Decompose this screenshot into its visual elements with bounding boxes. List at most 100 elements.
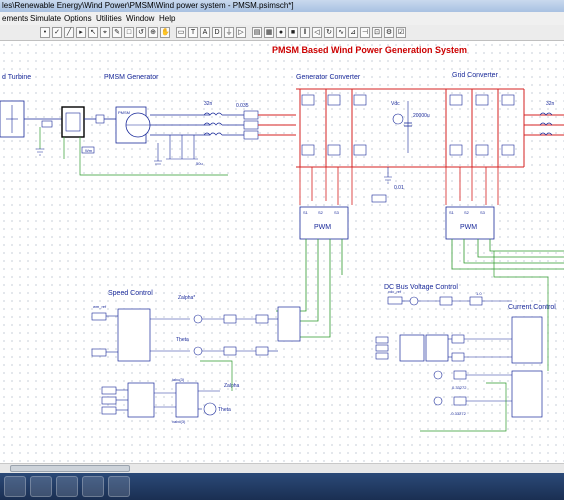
- current-control-block-2[interactable]: [511, 370, 543, 418]
- scrollbar-thumb[interactable]: [10, 465, 130, 472]
- square-icon[interactable]: □: [124, 27, 134, 38]
- pause-icon[interactable]: ‖: [300, 27, 310, 38]
- gnd-node-tag[interactable]: [371, 194, 387, 203]
- label-gain: 1.0: [476, 291, 482, 296]
- label-r2: 0.035: [236, 103, 249, 109]
- abc-dq-grid[interactable]: [399, 334, 425, 362]
- current-sensor-c[interactable]: [243, 130, 259, 140]
- loop-icon[interactable]: ↻: [324, 27, 334, 38]
- wref-node[interactable]: [91, 312, 107, 321]
- pwm-block-grid[interactable]: S1 S2 S3 PWM: [445, 206, 495, 240]
- text-icon[interactable]: T: [188, 27, 198, 38]
- run-icon[interactable]: ▸: [76, 27, 86, 38]
- k-2[interactable]: [255, 346, 269, 356]
- generator-converter-bridge[interactable]: [296, 88, 370, 168]
- input-a[interactable]: [101, 386, 117, 395]
- menu-options[interactable]: Options: [64, 12, 92, 25]
- undo-icon[interactable]: ↺: [136, 27, 146, 38]
- start-icon[interactable]: [4, 476, 26, 497]
- psim-icon[interactable]: [82, 476, 104, 497]
- label-pmsm-generator: PMSM Generator: [104, 74, 159, 81]
- check-icon[interactable]: ✓: [52, 27, 62, 38]
- zoom-icon[interactable]: ⊕: [148, 27, 158, 38]
- dq-grid-2[interactable]: [425, 334, 449, 362]
- stop-icon[interactable]: ●: [276, 27, 286, 38]
- pwm-block-generator[interactable]: S1 S2 S3 PWM: [299, 206, 349, 240]
- abc-dq-block[interactable]: [127, 382, 155, 418]
- stepback-icon[interactable]: ◁: [312, 27, 322, 38]
- sum-node-1[interactable]: [193, 314, 203, 324]
- sensor-block[interactable]: [41, 120, 53, 128]
- gearbox-block[interactable]: [61, 106, 85, 138]
- menu-elements[interactable]: ements: [2, 12, 28, 25]
- pencil-icon[interactable]: ✎: [112, 27, 122, 38]
- label-pwm2: PWM: [460, 224, 477, 231]
- pmsm-generator-block[interactable]: PMSM: [115, 106, 151, 144]
- pi-1[interactable]: [223, 314, 237, 324]
- sum-node-dc[interactable]: [409, 296, 419, 306]
- check-box-icon[interactable]: ☑: [396, 27, 406, 38]
- dot-icon[interactable]: •: [40, 27, 50, 38]
- shaft-node[interactable]: [95, 114, 105, 124]
- dq-alpha-block[interactable]: [175, 382, 199, 418]
- ground-icon[interactable]: ⏚: [224, 27, 234, 38]
- pi-2[interactable]: [223, 346, 237, 356]
- arrow-icon[interactable]: ↖: [88, 27, 98, 38]
- horizontal-scrollbar[interactable]: [0, 463, 564, 473]
- gate-icon[interactable]: ▷: [236, 27, 246, 38]
- current-sensor-b[interactable]: [243, 120, 259, 130]
- graph-icon[interactable]: ∿: [336, 27, 346, 38]
- vdc-meter[interactable]: [392, 113, 404, 125]
- d-icon[interactable]: D: [212, 27, 222, 38]
- label-k2: -0.33272: [450, 411, 467, 416]
- component-icon[interactable]: ▭: [176, 27, 186, 38]
- grid-converter-bridge[interactable]: [445, 88, 525, 168]
- record-icon[interactable]: ■: [288, 27, 298, 38]
- media-icon[interactable]: [56, 476, 78, 497]
- probe-icon[interactable]: ⊣: [360, 27, 370, 38]
- k-dc[interactable]: [469, 296, 483, 306]
- sum-node-grid-1[interactable]: [433, 370, 443, 380]
- speed-pi-block[interactable]: [117, 308, 151, 362]
- vdcref-node[interactable]: [387, 296, 403, 305]
- explorer-icon[interactable]: [30, 476, 52, 497]
- k-grid-2[interactable]: [453, 396, 467, 406]
- menu-help[interactable]: Help: [159, 12, 175, 25]
- wire-icon[interactable]: ╱: [64, 27, 74, 38]
- menu-simulate[interactable]: Simulate: [30, 12, 61, 25]
- pi-dc[interactable]: [439, 296, 453, 306]
- input-c[interactable]: [101, 406, 117, 415]
- input-b[interactable]: [101, 396, 117, 405]
- grid-in-a[interactable]: [375, 336, 389, 344]
- scope-icon[interactable]: ⊡: [372, 27, 382, 38]
- grid-in-c[interactable]: [375, 352, 389, 360]
- config-icon[interactable]: ⚙: [384, 27, 394, 38]
- grid-in-b[interactable]: [375, 344, 389, 352]
- app-icon[interactable]: [108, 476, 130, 497]
- menu-utilities[interactable]: Utilities: [96, 12, 122, 25]
- transform-block-1[interactable]: [277, 306, 301, 342]
- pi-grid-1[interactable]: [451, 334, 465, 344]
- label-vdcref: vdc_ref: [388, 289, 402, 294]
- k-1[interactable]: [255, 314, 269, 324]
- label-pwm1: PWM: [314, 224, 331, 231]
- table-icon[interactable]: ▤: [252, 27, 262, 38]
- current-control-block-1[interactable]: [511, 316, 543, 364]
- label-wref: wm_ref: [93, 304, 107, 309]
- menu-window[interactable]: Window: [126, 12, 154, 25]
- line-inductors[interactable]: [203, 112, 223, 136]
- sum-node-2[interactable]: [193, 346, 203, 356]
- wind-turbine-block[interactable]: [0, 100, 25, 138]
- meter-icon[interactable]: ⊿: [348, 27, 358, 38]
- grid-icon[interactable]: ▦: [264, 27, 274, 38]
- k-grid-1[interactable]: [453, 370, 467, 380]
- a-icon[interactable]: A: [200, 27, 210, 38]
- pi-grid-2[interactable]: [451, 352, 465, 362]
- schematic-canvas[interactable]: PMSM Based Wind Power Generation System …: [0, 41, 564, 463]
- cursor-icon[interactable]: ⌖: [100, 27, 110, 38]
- wm-node[interactable]: [91, 348, 107, 357]
- current-sensor-a[interactable]: [243, 110, 259, 120]
- sum-node-grid-2[interactable]: [433, 396, 443, 406]
- hand-icon[interactable]: ✋: [160, 27, 170, 38]
- theta-node[interactable]: [203, 402, 217, 416]
